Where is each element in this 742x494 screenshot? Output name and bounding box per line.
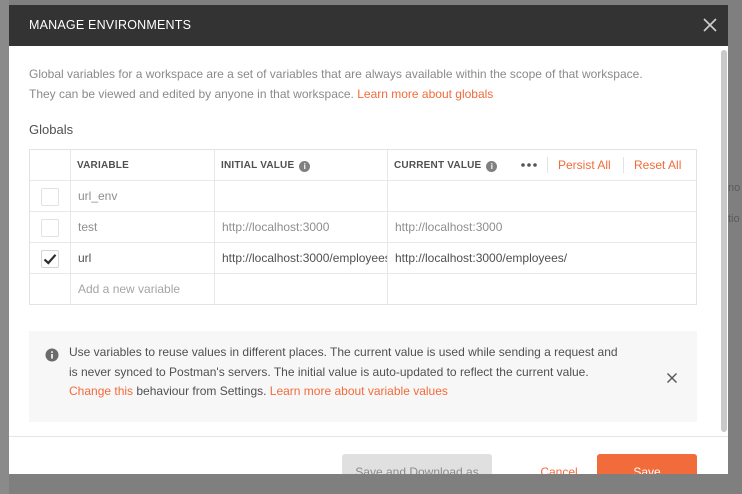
cancel-button[interactable]: Cancel	[529, 454, 589, 474]
header-current-cell: CURRENT VALUE i Persist All Reset All	[388, 150, 696, 180]
info-circle-icon	[45, 348, 59, 362]
header-divider	[547, 157, 548, 173]
initial-value-cell	[215, 274, 388, 304]
column-header-variable: VARIABLE	[77, 160, 129, 171]
variable-name-input[interactable]: url_env	[78, 189, 214, 203]
persist-all-button[interactable]: Persist All	[558, 158, 611, 172]
variable-name-input[interactable]: url	[78, 251, 214, 265]
table-row: url_env	[30, 181, 696, 212]
variable-name-input[interactable]: test	[78, 220, 214, 234]
globals-heading: Globals	[29, 122, 74, 137]
change-this-link[interactable]: Change this	[69, 384, 133, 398]
description-text: Global variables for a workspace are a s…	[29, 67, 643, 81]
initial-value-cell	[215, 181, 388, 211]
more-options-icon[interactable]	[520, 158, 538, 172]
header-initial-cell: INITIAL VALUE i	[215, 150, 388, 180]
checkmark-icon	[43, 254, 57, 265]
header-variable-cell: VARIABLE	[71, 150, 215, 180]
background-app-strip	[0, 0, 9, 494]
current-value-cell	[388, 181, 696, 211]
info-icon[interactable]: i	[299, 161, 311, 172]
header-divider	[623, 157, 624, 173]
modal-scrollbar[interactable]	[719, 46, 728, 436]
current-value-input[interactable]: http://localhost:3000/employees/	[395, 251, 696, 265]
variable-cell: url_env	[71, 181, 215, 211]
variable-cell: url	[71, 243, 215, 273]
row-select-cell	[30, 212, 71, 242]
background-text-fragment: no	[728, 182, 741, 194]
description-text: They can be viewed and edited by anyone …	[29, 87, 358, 101]
current-value-cell	[388, 274, 696, 304]
new-variable-input[interactable]: Add a new variable	[78, 282, 214, 296]
table-row: url http://localhost:3000/employees/ htt…	[30, 243, 696, 274]
initial-value-input[interactable]: http://localhost:3000	[222, 220, 387, 234]
column-header-initial-value: INITIAL VALUE i	[221, 160, 311, 172]
row-select-cell	[30, 243, 71, 273]
scrollbar-thumb[interactable]	[721, 50, 727, 432]
current-value-cell: http://localhost:3000	[388, 212, 696, 242]
table-row: test http://localhost:3000 http://localh…	[30, 212, 696, 243]
current-value-input[interactable]: http://localhost:3000	[395, 220, 696, 234]
variable-cell: Add a new variable	[71, 274, 215, 304]
variable-cell: test	[71, 212, 215, 242]
header-actions: Persist All Reset All	[388, 150, 696, 180]
row-checkbox-checked[interactable]	[41, 250, 59, 268]
modal-body: Global variables for a workspace are a s…	[9, 46, 728, 436]
row-checkbox[interactable]	[41, 219, 59, 237]
current-value-cell: http://localhost:3000/employees/	[388, 243, 696, 273]
info-text: Use variables to reuse values in differe…	[69, 343, 659, 402]
header-select-cell	[30, 150, 71, 180]
table-header-row: VARIABLE INITIAL VALUE i CURRENT VALUE i P…	[30, 150, 696, 181]
info-line: behaviour from Settings.	[133, 384, 270, 398]
info-line: Use variables to reuse values in differe…	[69, 345, 618, 359]
modal-title: MANAGE ENVIRONMENTS	[29, 18, 192, 32]
learn-more-globals-link[interactable]: Learn more about globals	[357, 87, 493, 101]
learn-more-variables-link[interactable]: Learn more about variable values	[270, 384, 448, 398]
close-icon[interactable]	[665, 371, 679, 385]
new-variable-row: Add a new variable	[30, 274, 696, 305]
close-icon[interactable]	[700, 15, 720, 35]
initial-value-cell: http://localhost:3000/employees/	[215, 243, 388, 273]
initial-value-cell: http://localhost:3000	[215, 212, 388, 242]
background-text-fragment: tio	[728, 213, 740, 225]
info-line: is never synced to Postman's servers. Th…	[69, 364, 589, 379]
row-checkbox[interactable]	[41, 188, 59, 206]
row-select-cell	[30, 274, 71, 304]
save-and-download-button[interactable]: Save and Download as JSON	[342, 454, 492, 474]
reset-all-button[interactable]: Reset All	[634, 158, 681, 172]
modal-header: MANAGE ENVIRONMENTS	[9, 5, 728, 46]
modal-footer: Save and Download as JSON Cancel Save	[9, 436, 728, 474]
variables-info-banner: Use variables to reuse values in differe…	[29, 331, 697, 422]
variables-table: VARIABLE INITIAL VALUE i CURRENT VALUE i P…	[29, 149, 697, 305]
manage-environments-modal: MANAGE ENVIRONMENTS Global variables for…	[9, 5, 728, 474]
save-button[interactable]: Save	[597, 454, 697, 474]
globals-description: Global variables for a workspace are a s…	[29, 64, 699, 104]
initial-value-input[interactable]: http://localhost:3000/employees/	[222, 251, 387, 265]
row-select-cell	[30, 181, 71, 211]
